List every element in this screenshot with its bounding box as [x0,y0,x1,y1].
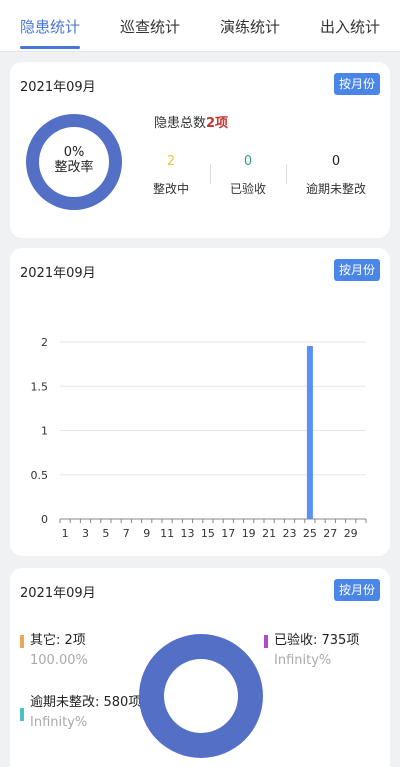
card-date: 2021年09月 [20,586,96,601]
y-tick-label: 0.5 [31,469,49,482]
stat-label: 已验收 [229,182,266,196]
stat-label: 逾期未整改 [305,182,366,196]
x-tick-label: 19 [242,527,256,540]
x-tick-label: 5 [102,527,109,540]
legend-percent: 100.00% [30,653,88,668]
by-month-button[interactable]: 按月份 [334,579,380,601]
x-tick-label: 23 [283,527,297,540]
y-tick-label: 2 [41,336,48,349]
tab-label: 出入统计 [319,18,380,36]
legend-percent: Infinity% [274,653,332,668]
legend-label: 其它: 2项 [30,633,86,648]
legend-overdue[interactable]: 逾期未整改: 580项 Infinity% [20,694,142,732]
tab-access-stats[interactable]: 出入统计 [300,0,400,51]
x-tick-label: 11 [160,527,174,540]
tab-label: 巡查统计 [119,18,180,36]
x-tick-label: 15 [201,527,215,540]
stat-label: 整改中 [152,182,189,196]
x-tick-label: 7 [123,527,130,540]
summary-card: 2021年09月 按月份 0% 整改率 隐患总数2项 2 整改中 0 已验收 0… [10,62,390,238]
x-tick-label: 9 [143,527,150,540]
legend-label: 已验收: 735项 [274,633,360,648]
rate-value: 0% [63,145,85,160]
tab-drill-stats[interactable]: 演练统计 [200,0,300,51]
rectification-rate-donut: 0% 整改率 [26,114,122,210]
y-tick-label: 1 [41,425,48,438]
daily-hazard-bar-chart: 00.511.521 3 5 7 9 11 13 15 17 19 21 23 25 27 29 [31,336,367,540]
x-tick-label: 29 [344,527,358,540]
stat-value: 2 [166,154,176,169]
x-tick-label: 1 [62,527,69,540]
stat-in-progress: 2 整改中 [144,154,198,197]
tab-label: 隐患统计 [19,18,80,36]
x-tick-label: 27 [323,527,337,540]
tab-label: 演练统计 [219,18,280,36]
bar-day-25 [306,346,313,519]
stat-value: 0 [243,154,253,169]
y-tick-label: 1.5 [31,380,49,393]
legend-label: 逾期未整改: 580项 [30,695,142,710]
status-donut-chart [139,634,263,758]
total-label: 隐患总数 [154,116,207,131]
legend-accepted[interactable]: 已验收: 735项 Infinity% [264,632,360,670]
x-tick-label: 25 [303,527,317,540]
tab-hazard-stats[interactable]: 隐患统计 [0,0,100,51]
x-tick-label: 13 [181,527,195,540]
tab-patrol-stats[interactable]: 巡查统计 [100,0,200,51]
legend-percent: Infinity% [30,715,88,730]
x-tick-label: 3 [82,527,89,540]
legend-color-mark [20,635,24,648]
stat-value: 0 [331,154,341,169]
daily-chart-card: 2021年09月 按月份 0 0.5 1 1.5 2 1 3 5 7 9 11 13 15 17 19 21 2… [10,248,390,556]
card-date: 2021年09月 [20,80,96,95]
legend-color-mark [264,635,268,648]
stat-overdue: 0 逾期未整改 [300,154,372,197]
by-month-button[interactable]: 按月份 [334,73,380,95]
legend-color-mark [20,708,24,721]
x-tick-label: 17 [221,527,235,540]
rate-label: 整改率 [54,160,94,175]
x-tick-label: 21 [262,527,276,540]
total-count: 2项 [206,116,229,131]
tab-bar: 隐患统计 巡查统计 演练统计 出入统计 [0,0,400,52]
legend-other[interactable]: 其它: 2项 100.00% [20,632,88,670]
hazard-total: 隐患总数2项 [154,112,228,131]
status-card: 2021年09月 按月份 其它: 2项 100.00% 已验收: 735项 In… [10,568,390,767]
divider [210,164,211,184]
active-tab-indicator [20,46,80,49]
divider [286,164,287,184]
stat-accepted: 0 已验收 [221,154,275,197]
y-tick-label: 0 [41,513,48,526]
